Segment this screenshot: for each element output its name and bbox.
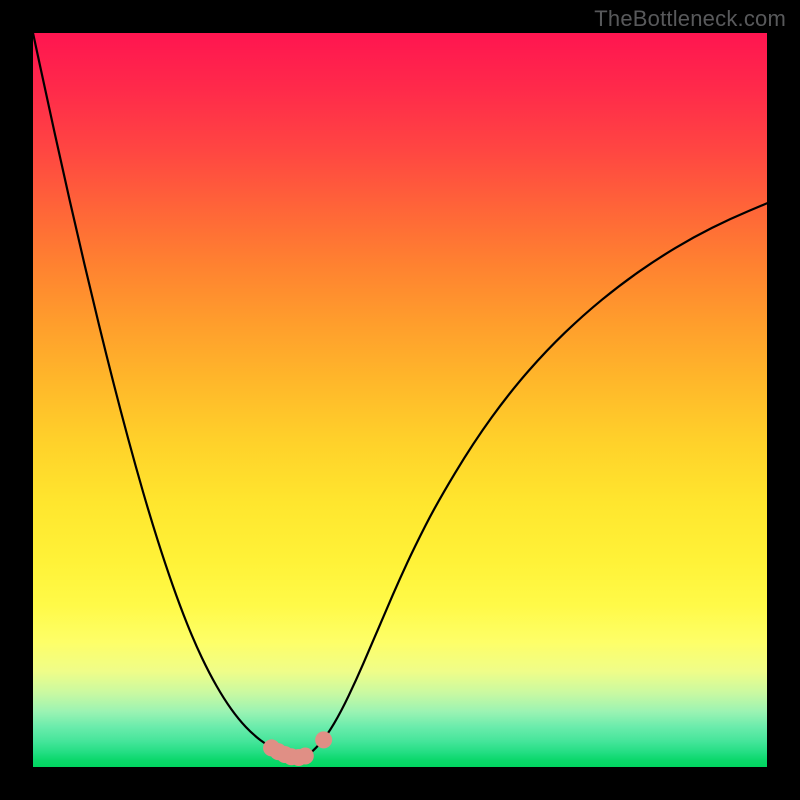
plot-area <box>33 33 767 767</box>
curve-marker <box>297 747 314 764</box>
chart-frame: TheBottleneck.com <box>0 0 800 800</box>
curve-marker <box>315 731 332 748</box>
marker-group <box>263 731 332 766</box>
bottleneck-curve <box>33 33 767 758</box>
bottleneck-curve-layer <box>33 33 767 767</box>
watermark-text: TheBottleneck.com <box>594 6 786 32</box>
